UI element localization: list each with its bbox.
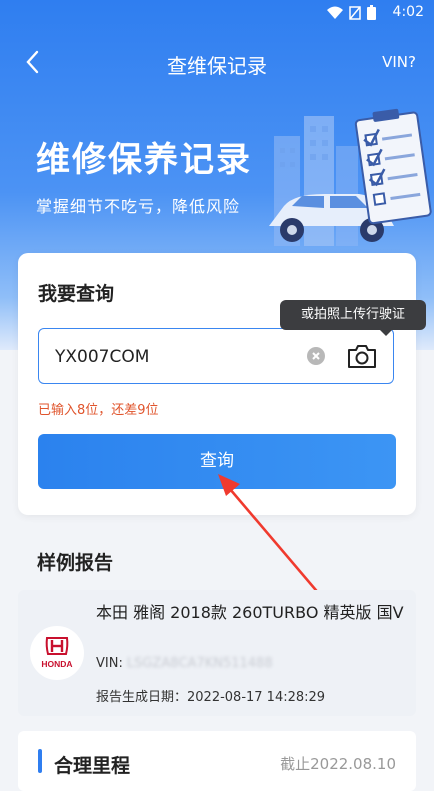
- report-vin: VIN: LSGZA8CA7KN511488: [96, 656, 273, 671]
- vin-help-link[interactable]: VIN?: [382, 53, 416, 71]
- report-vin-value: LSGZA8CA7KN511488: [126, 656, 273, 671]
- report-vin-label: VIN:: [96, 656, 123, 671]
- status-time: 4:02: [392, 4, 424, 20]
- upload-license-tooltip: 或拍照上传行驶证: [280, 300, 426, 336]
- report-title: 本田 雅阁 2018款 260TURBO 精英版 国V: [96, 603, 404, 622]
- svg-text:HONDA: HONDA: [41, 659, 72, 669]
- sample-section-title: 样例报告: [37, 552, 114, 574]
- page-title: 查维保记录: [167, 54, 267, 78]
- status-icons: [327, 5, 376, 20]
- hero-subline: 掌握细节不吃亏，降低风险: [36, 197, 241, 216]
- wifi-icon: [327, 6, 343, 19]
- query-heading: 我要查询: [38, 283, 115, 305]
- section-accent-bar: [38, 749, 42, 773]
- camera-icon[interactable]: [347, 343, 377, 369]
- mileage-card[interactable]: 合理里程 截止2022.08.10: [18, 731, 416, 791]
- query-button[interactable]: 查询: [38, 434, 396, 489]
- app-bar: 查维保记录 VIN?: [0, 40, 434, 84]
- hero-headline: 维修保养记录: [36, 140, 252, 180]
- status-bar: 4:02: [0, 0, 434, 26]
- report-date: 报告生成日期：2022-08-17 14:28:29: [96, 690, 326, 705]
- maintenance-illustration: [269, 108, 432, 246]
- sample-report-card[interactable]: HONDA 本田 雅阁 2018款 260TURBO 精英版 国V VIN: LS…: [18, 590, 416, 716]
- mileage-label: 合理里程: [54, 755, 131, 777]
- vin-input-box[interactable]: [38, 328, 394, 384]
- query-card: 我要查询 或拍照上传行驶证 已输入8位，还差9位 查询: [18, 253, 426, 515]
- vin-input[interactable]: [53, 341, 297, 373]
- battery-icon: [367, 5, 376, 20]
- brand-logo: HONDA: [30, 626, 84, 680]
- input-count-hint: 已输入8位，还差9位: [38, 403, 159, 418]
- mileage-date: 截止2022.08.10: [280, 755, 396, 773]
- signal-off-icon: [349, 5, 361, 20]
- clear-icon[interactable]: [307, 347, 325, 365]
